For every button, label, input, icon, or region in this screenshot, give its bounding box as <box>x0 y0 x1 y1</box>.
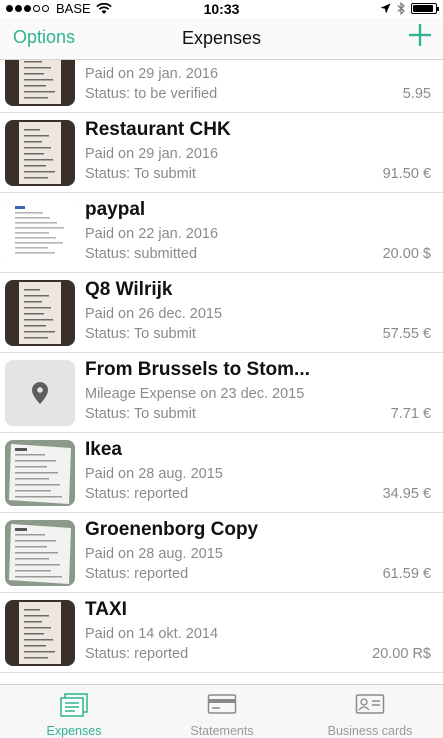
receipt-photo-thumbnail <box>5 120 75 186</box>
location-arrow-icon <box>380 3 391 14</box>
expense-date: Paid on 14 okt. 2014 <box>85 626 219 642</box>
expense-row[interactable]: paypal Paid on 22 jan. 2016 Status: submit… <box>0 193 443 273</box>
expense-row[interactable]: Ikea Paid on 28 aug. 2015 Status: reported… <box>0 433 443 513</box>
plus-icon <box>409 24 431 46</box>
expense-title: paypal <box>85 199 146 220</box>
system-indicators <box>380 2 439 15</box>
expense-title: TAXI <box>85 599 127 620</box>
expense-title: Groenenborg Copy <box>85 519 259 540</box>
expense-thumbnail <box>5 600 75 666</box>
expense-date: Paid on 29 jan. 2016 <box>85 66 219 82</box>
tab-bar: Expenses Statements Business cards <box>0 684 443 738</box>
expense-status: Status: reported <box>85 486 189 502</box>
invoice-photo-thumbnail <box>5 520 75 586</box>
expense-title: Restaurant CHK <box>85 119 231 140</box>
expense-row[interactable]: Q8 Wilrijk Paid on 26 dec. 2015 Status: To… <box>0 273 443 353</box>
tab-label: Business cards <box>327 724 413 738</box>
expense-status: Status: To submit <box>85 326 196 342</box>
battery-icon <box>411 3 439 14</box>
expense-date: Mileage Expense on 23 dec. 2015 <box>85 386 305 402</box>
expense-status: Status: to be verified <box>85 86 218 102</box>
expense-date: Paid on 22 jan. 2016 <box>85 226 219 242</box>
expense-amount: 20.00 R$ <box>372 646 431 662</box>
expense-date: Paid on 26 dec. 2015 <box>85 306 223 322</box>
tab-statements[interactable]: Statements <box>148 685 296 738</box>
document-scan-thumbnail <box>5 200 75 266</box>
expense-row[interactable]: Restaurant CHK Paid on 29 jan. 2016 Status… <box>0 113 443 193</box>
receipt-photo-thumbnail <box>5 60 75 106</box>
expense-row[interactable]: Groenenborg Copy Paid on 28 aug. 2015 Stat… <box>0 513 443 593</box>
expense-status: Status: To submit <box>85 406 196 422</box>
tab-label: Expenses <box>46 724 102 738</box>
expense-amount: 91.50 € <box>382 166 431 182</box>
expense-amount: 57.55 € <box>382 326 431 342</box>
expense-thumbnail <box>5 360 75 426</box>
expense-date: Paid on 29 jan. 2016 <box>85 146 219 162</box>
expense-row[interactable]: TAXI Paid on 14 okt. 2014 Status: reported… <box>0 593 443 673</box>
location-pin-icon <box>5 360 75 426</box>
expense-thumbnail <box>5 200 75 266</box>
expense-status: Status: reported <box>85 566 189 582</box>
expense-amount: 5.95 <box>402 86 431 102</box>
expense-thumbnail <box>5 60 75 106</box>
receipts-icon <box>60 693 88 717</box>
tab-expenses[interactable]: Expenses <box>0 685 148 738</box>
add-expense-button[interactable] <box>407 22 433 48</box>
expense-date: Paid on 28 aug. 2015 <box>85 466 223 482</box>
contact-card-icon <box>355 694 385 714</box>
expense-status: Status: reported <box>85 646 189 662</box>
tab-business-cards[interactable]: Business cards <box>296 685 443 738</box>
expense-thumbnail <box>5 120 75 186</box>
expense-row[interactable]: From Brussels to Stom... Mileage Expense … <box>0 353 443 433</box>
expense-title: From Brussels to Stom... <box>85 359 310 380</box>
expense-amount: 61.59 € <box>382 566 431 582</box>
expense-title: Ikea <box>85 439 122 460</box>
status-bar: BASE 10:33 <box>0 0 443 18</box>
receipt-photo-thumbnail <box>5 280 75 346</box>
expense-status: Status: submitted <box>85 246 198 262</box>
expense-amount: 20.00 $ <box>382 246 431 262</box>
receipt-photo-thumbnail <box>5 600 75 666</box>
expense-thumbnail <box>5 280 75 346</box>
expense-amount: 34.95 € <box>382 486 431 502</box>
tab-label: Statements <box>190 724 254 738</box>
expense-amount: 7.71 € <box>390 406 431 422</box>
bluetooth-icon <box>397 2 405 15</box>
expense-row[interactable]: Paid on 29 jan. 2016 Status: to be verifi… <box>0 60 443 113</box>
expense-date: Paid on 28 aug. 2015 <box>85 546 223 562</box>
card-icon <box>207 694 237 714</box>
expense-thumbnail <box>5 520 75 586</box>
expense-thumbnail <box>5 440 75 506</box>
options-button[interactable]: Options <box>13 27 75 48</box>
expense-status: Status: To submit <box>85 166 196 182</box>
navigation-bar: Options Expenses <box>0 18 443 60</box>
expense-list[interactable]: Paid on 29 jan. 2016 Status: to be verifi… <box>0 60 443 684</box>
invoice-photo-thumbnail <box>5 440 75 506</box>
expense-title: Q8 Wilrijk <box>85 279 173 300</box>
clock: 10:33 <box>203 1 240 17</box>
